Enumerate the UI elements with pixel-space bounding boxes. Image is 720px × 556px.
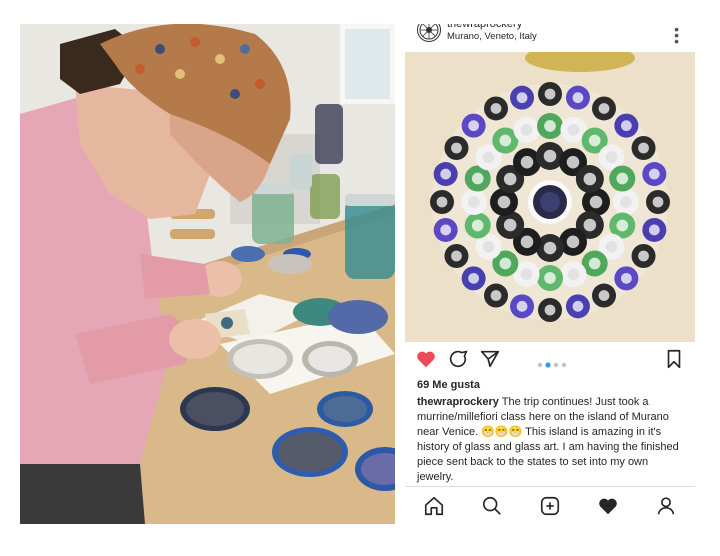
post-caption: thewraprockery The trip continues! Just … [417, 395, 687, 485]
comment-icon[interactable] [447, 348, 469, 370]
add-icon[interactable] [539, 495, 561, 517]
heart-filled-icon[interactable] [415, 348, 437, 370]
post-image[interactable] [405, 52, 695, 342]
caption-username[interactable]: thewraprockery [417, 396, 499, 408]
caption-text: The trip continues! Just took a murrine/… [417, 396, 679, 483]
heart-icon[interactable] [597, 495, 619, 517]
post-location[interactable]: Murano, Veneto, Italy [447, 31, 537, 42]
post-username[interactable]: thewraprockery [447, 24, 522, 30]
home-icon[interactable] [423, 495, 445, 517]
profile-icon[interactable] [655, 495, 677, 517]
search-icon[interactable] [481, 495, 503, 517]
send-icon[interactable] [479, 348, 501, 370]
bookmark-icon[interactable] [663, 348, 685, 370]
more-vertical-icon[interactable]: • • • [674, 24, 679, 48]
profile-avatar[interactable] [417, 24, 441, 42]
artisan-photo [20, 24, 395, 524]
bottom-nav [405, 486, 695, 524]
carousel-indicator [537, 356, 567, 374]
instagram-post: thewraprockery Murano, Veneto, Italy • • • [405, 24, 695, 524]
post-header: thewraprockery Murano, Veneto, Italy • • • [405, 24, 695, 48]
like-count[interactable]: 69 Me gusta [417, 379, 480, 391]
post-actions [405, 348, 695, 372]
